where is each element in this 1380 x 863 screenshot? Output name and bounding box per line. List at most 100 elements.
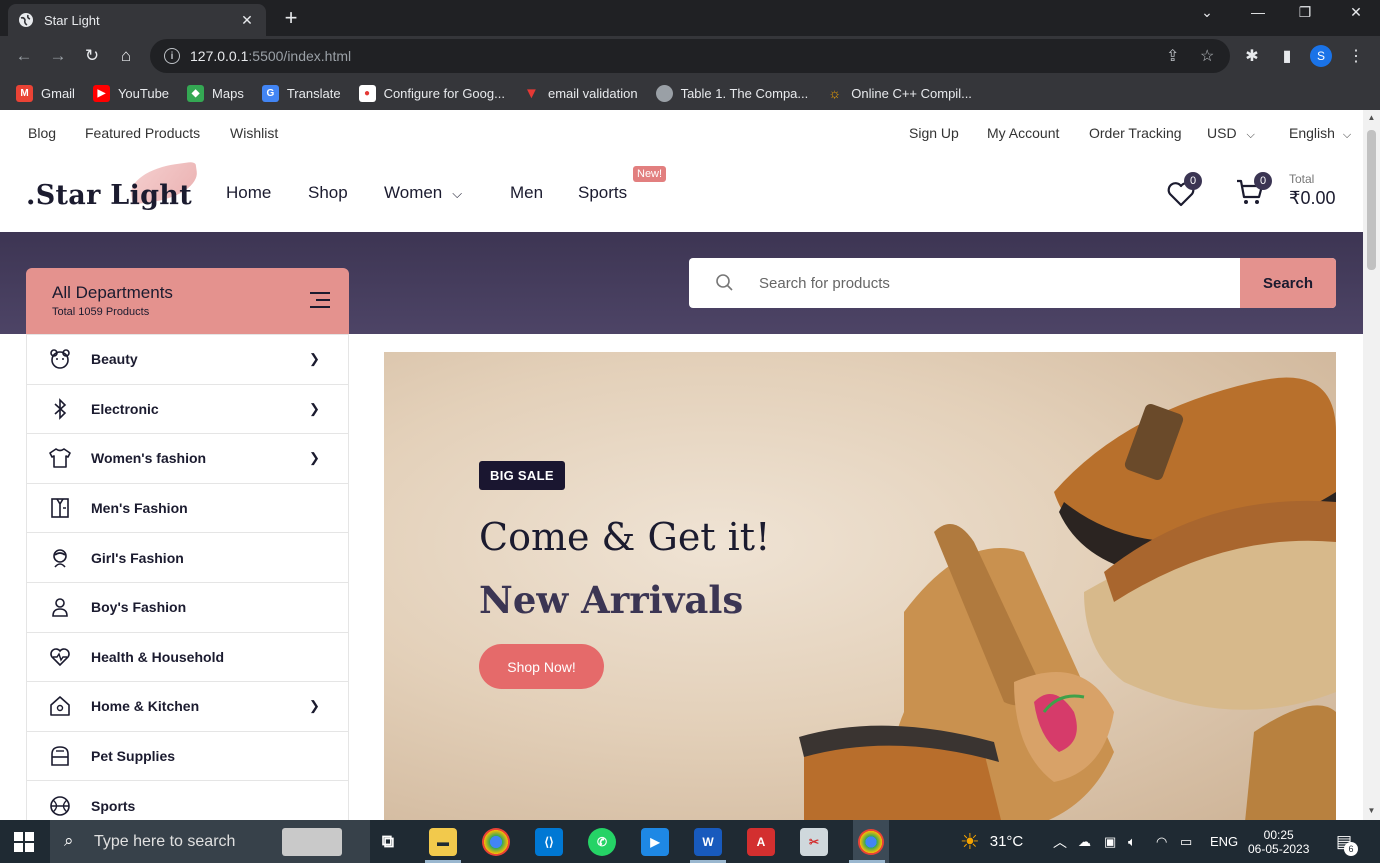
site-info-icon[interactable]: i [164, 48, 180, 64]
media-player-icon[interactable]: ▶ [641, 828, 669, 856]
shoes-illustration [799, 377, 1336, 820]
bookmark-maps[interactable]: ◆ Maps [187, 84, 244, 102]
nav-men[interactable]: Men [510, 183, 543, 203]
nav-shop[interactable]: Shop [308, 183, 348, 203]
topbar-link-featured[interactable]: Featured Products [85, 125, 200, 141]
new-tab-icon[interactable]: + [281, 7, 301, 29]
category-girls-fashion[interactable]: Girl's Fashion [27, 532, 348, 582]
clock[interactable]: 00:25 06-05-2023 [1248, 820, 1309, 863]
category-mens-fashion[interactable]: Men's Fashion [27, 482, 348, 533]
close-tab-icon[interactable]: ✕ [238, 12, 256, 29]
tray-chevron-icon[interactable]: ︿ [1053, 820, 1067, 863]
whatsapp-icon[interactable]: ✆ [588, 828, 616, 856]
configure-icon: ● [358, 84, 376, 102]
nav-sports[interactable]: Sports [578, 183, 627, 203]
compiler-icon: ☼ [828, 85, 842, 101]
wifi-icon[interactable]: ◠ [1156, 820, 1167, 863]
topbar-link-account[interactable]: My Account [987, 125, 1059, 141]
category-boys-fashion[interactable]: Boy's Fashion [27, 581, 348, 632]
scroll-thumb[interactable] [1367, 130, 1376, 270]
url-path: :5500/index.html [248, 48, 352, 64]
logo-text: .Star Light [26, 180, 193, 211]
volume-icon[interactable]: 🔈︎ [1128, 820, 1136, 863]
search-icon [716, 274, 733, 291]
bookmark-table[interactable]: Table 1. The Compa... [655, 84, 808, 102]
currency-select[interactable]: USD ⌵ [1207, 125, 1255, 142]
bluetooth-icon [54, 397, 67, 420]
search-button[interactable]: Search [1240, 258, 1336, 308]
side-panel-icon[interactable]: ▮ [1275, 44, 1299, 68]
shop-now-button[interactable]: Shop Now! [479, 644, 604, 689]
forward-icon[interactable]: → [46, 44, 70, 68]
hero-title: Come & Get it! [479, 515, 771, 559]
battery-icon[interactable]: ▭ [1180, 820, 1192, 863]
news-widget-icon [282, 828, 342, 856]
category-pet-supplies[interactable]: Pet Supplies [27, 730, 348, 781]
extensions-icon[interactable]: ✱ [1240, 44, 1264, 68]
hamburger-icon[interactable] [310, 292, 330, 308]
bookmark-translate[interactable]: G Translate [261, 84, 341, 102]
back-icon[interactable]: ← [12, 44, 36, 68]
home-icon[interactable]: ⌂ [114, 44, 138, 68]
bookmark-configure[interactable]: ● Configure for Goog... [358, 84, 505, 102]
notifications-icon[interactable]: ▤ 6 [1336, 820, 1358, 863]
site-logo[interactable]: .Star Light [26, 161, 201, 218]
browser-tab[interactable]: Star Light ✕ [8, 4, 266, 36]
weather-widget[interactable]: ☀ 31°C [960, 820, 1023, 863]
bookmark-star-icon[interactable]: ☆ [1200, 39, 1214, 73]
scroll-down-icon[interactable]: ▼ [1367, 806, 1376, 815]
bookmark-gmail[interactable]: M Gmail [16, 84, 75, 102]
word-icon[interactable]: W [694, 828, 722, 856]
chevron-right-icon: ❯ [309, 698, 320, 714]
category-womens-fashion[interactable]: Women's fashion ❯ [27, 433, 348, 483]
share-icon[interactable]: ⇪ [1166, 39, 1179, 73]
site-header: .Star Light Home Shop Women ⌵ Men Sports … [0, 156, 1363, 232]
display-icon[interactable]: ▣ [1104, 820, 1116, 863]
bookmark-compiler[interactable]: ☼ Online C++ Compil... [826, 85, 972, 102]
chrome-active-icon[interactable] [853, 820, 889, 863]
category-electronic[interactable]: Electronic ❯ [27, 383, 348, 434]
translate-icon: G [261, 84, 279, 102]
acrobat-icon[interactable]: A [747, 828, 775, 856]
windows-start-icon[interactable] [14, 832, 34, 852]
page-scrollbar[interactable]: ▲ ▼ [1363, 110, 1380, 820]
all-departments-header[interactable]: All Departments Total 1059 Products [26, 268, 349, 334]
close-window-icon[interactable]: ✕ [1344, 4, 1368, 21]
nav-women[interactable]: Women ⌵ [384, 183, 462, 203]
departments-count: Total 1059 Products [52, 306, 150, 318]
restore-icon[interactable]: ❐ [1293, 4, 1317, 21]
language-select[interactable]: English ⌵ [1289, 125, 1351, 142]
menu-kebab-icon[interactable]: ⋮ [1344, 44, 1368, 68]
category-home-kitchen[interactable]: Home & Kitchen ❯ [27, 681, 348, 731]
minimize-icon[interactable]: — [1246, 4, 1270, 20]
search-input[interactable] [759, 258, 1239, 308]
vscode-icon[interactable]: ⟨⟩ [535, 828, 563, 856]
file-explorer-icon[interactable]: ▬ [429, 828, 457, 856]
onedrive-icon[interactable]: ☁ [1078, 820, 1091, 863]
category-beauty[interactable]: Beauty ❯ [27, 334, 348, 384]
youtube-icon: ▶ [92, 84, 110, 102]
topbar-link-signup[interactable]: Sign Up [909, 125, 959, 141]
shirt-icon [51, 498, 69, 518]
category-sports[interactable]: Sports [27, 780, 348, 820]
nav-home[interactable]: Home [226, 183, 271, 203]
bookmark-youtube[interactable]: ▶ YouTube [92, 84, 169, 102]
task-view-icon[interactable]: ⧉ [374, 828, 402, 856]
taskbar-search[interactable]: ⌕ Type here to search [50, 820, 370, 863]
bookmark-email-validation[interactable]: ▼ email validation [523, 85, 638, 102]
tab-search-icon[interactable]: ⌄ [1195, 4, 1219, 21]
cart-count: 0 [1254, 172, 1272, 190]
topbar-link-order-tracking[interactable]: Order Tracking [1089, 125, 1182, 141]
topbar-link-blog[interactable]: Blog [28, 125, 56, 141]
scroll-up-icon[interactable]: ▲ [1367, 113, 1376, 122]
input-language[interactable]: ENG [1210, 820, 1238, 863]
snipping-tool-icon[interactable]: ✂ [800, 828, 828, 856]
wishlist-count: 0 [1184, 172, 1202, 190]
address-bar[interactable]: i 127.0.0.1 :5500/index.html ⇪ ☆ [150, 39, 1230, 73]
category-health[interactable]: Health & Household [27, 631, 348, 682]
globe-icon [655, 84, 673, 102]
chrome-icon[interactable] [482, 828, 510, 856]
reload-icon[interactable]: ↻ [80, 44, 104, 68]
profile-avatar[interactable]: S [1310, 45, 1332, 67]
topbar-link-wishlist[interactable]: Wishlist [230, 125, 278, 141]
